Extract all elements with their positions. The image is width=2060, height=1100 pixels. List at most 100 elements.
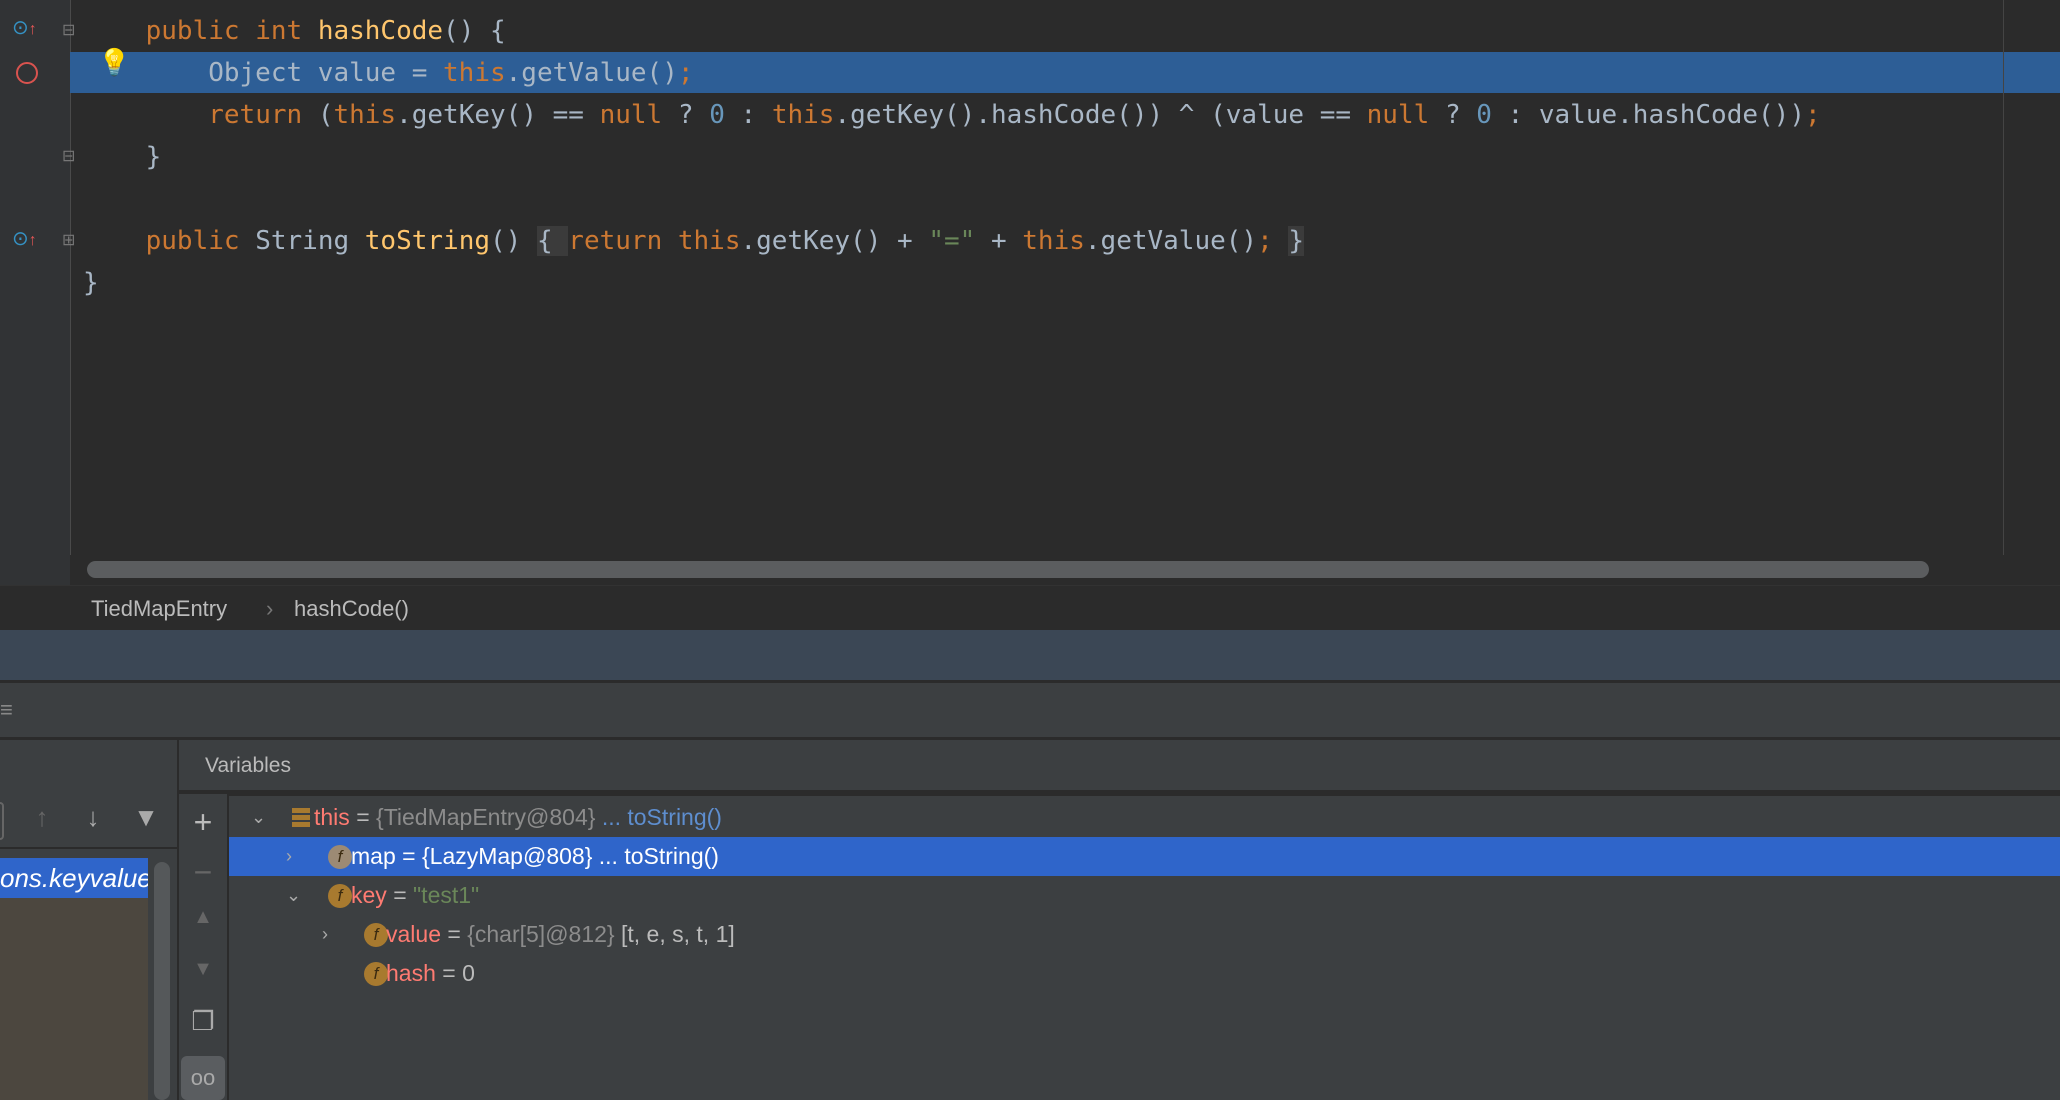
filter-icon[interactable]: ▼ [126, 802, 166, 833]
code-token: ; [677, 58, 694, 88]
code-token: ? [677, 100, 710, 130]
code-line[interactable]: public String toString() { return this.g… [83, 220, 1305, 262]
copy-icon[interactable]: ❐ [183, 1006, 223, 1037]
add-watch-icon[interactable]: + [183, 804, 223, 841]
variable-name: this [314, 804, 350, 830]
code-line[interactable]: Object value = this.getValue(); [83, 52, 694, 94]
field-icon: f [364, 962, 388, 986]
move-down-icon[interactable]: ▼ [183, 958, 223, 981]
variables-side-toolbar: + − ▲ ▼ ❐ oo [177, 794, 229, 1100]
equals-sign: = [442, 960, 456, 986]
code-token: public [145, 226, 256, 256]
code-token: 0 [1476, 100, 1508, 130]
chevron-down-icon[interactable]: ⌄ [251, 798, 266, 837]
code-token: .getKey() == [396, 100, 600, 130]
code-token: { [536, 226, 569, 256]
code-token: this [333, 100, 397, 130]
variable-value: {TiedMapEntry@804} [376, 804, 596, 830]
arrow-up-icon[interactable]: ↑ [22, 802, 62, 833]
code-token: this [443, 58, 506, 88]
code-token: toString [364, 226, 491, 256]
variable-name: hash [386, 960, 436, 986]
code-token: : [740, 100, 772, 130]
code-line[interactable]: } [83, 136, 162, 178]
equals-sign: = [356, 804, 370, 830]
code-line[interactable]: public int hashCode() { [83, 10, 506, 52]
code-token: this [771, 100, 835, 130]
breadcrumb-separator: › [266, 596, 274, 621]
breadcrumb-method[interactable]: hashCode() [294, 586, 409, 631]
chevron-down-icon[interactable]: ⌄ [286, 876, 301, 915]
thread-selector[interactable] [0, 802, 4, 840]
breakpoint-icon[interactable] [16, 62, 38, 84]
menu-icon[interactable]: ≡ [0, 697, 13, 723]
code-token: .getValue() [1084, 226, 1258, 256]
code-token: } [1288, 226, 1305, 256]
equals-sign: = [447, 921, 461, 947]
chevron-right-icon[interactable]: › [286, 837, 292, 876]
override-method-icon[interactable]: ⊙↑ [12, 18, 37, 40]
variable-name: map [351, 843, 396, 869]
field-icon: f [328, 845, 352, 869]
override-method-icon[interactable]: ⊙↑ [12, 229, 37, 251]
code-token: null [1366, 100, 1445, 130]
code-token: "=" [928, 226, 976, 256]
code-token: } [83, 268, 99, 298]
variable-value: {char[5]@812} [467, 921, 615, 947]
move-up-icon[interactable]: ▲ [183, 906, 223, 929]
variable-row[interactable]: › f map = {LazyMap@808} ... toString() [229, 837, 2060, 876]
variable-row[interactable]: f hash = 0 [229, 954, 2060, 993]
code-token: .getKey().hashCode()) ^ (value == [834, 100, 1367, 130]
variable-preview: [t, e, s, t, 1] [621, 921, 735, 947]
variable-name: value [386, 921, 441, 947]
fold-end-icon[interactable]: ⊟ [62, 147, 75, 167]
editor-gutter[interactable] [0, 0, 70, 585]
variables-tree: ⌄ this = {TiedMapEntry@804} ... toString(… [229, 796, 2060, 1100]
object-icon [292, 808, 310, 828]
code-token: 0 [709, 100, 741, 130]
code-token: null [599, 100, 678, 130]
code-token: Object value = [83, 58, 444, 88]
breadcrumb: TiedMapEntry › hashCode() [0, 585, 2060, 630]
code-token: ; [1804, 100, 1821, 130]
debug-tool-window-header [0, 630, 2060, 682]
code-line[interactable]: } [83, 262, 99, 304]
frames-scrollbar[interactable] [154, 862, 170, 1100]
field-icon: f [328, 884, 352, 908]
code-line[interactable]: return (this.getKey() == null ? 0 : this… [83, 94, 1821, 136]
code-token: ; [1257, 226, 1273, 256]
arrow-down-icon[interactable]: ↓ [73, 802, 113, 833]
right-margin-guide [2003, 0, 2004, 560]
horizontal-scrollbar[interactable] [87, 561, 1929, 578]
variable-row[interactable]: ⌄ f key = "test1" [229, 876, 2060, 915]
code-token: return this [568, 226, 741, 256]
code-token: + [975, 226, 1023, 256]
code-token: return [208, 100, 318, 130]
equals-sign: = [402, 843, 416, 869]
glasses-watch-icon[interactable]: oo [181, 1056, 225, 1100]
code-token: this [1022, 226, 1085, 256]
chevron-right-icon[interactable]: › [322, 915, 328, 954]
to-string-link[interactable]: ... toString() [602, 804, 722, 830]
breadcrumb-class[interactable]: TiedMapEntry [91, 586, 227, 631]
equals-sign: = [393, 882, 407, 908]
field-icon: f [364, 923, 388, 947]
code-token: () { [443, 16, 506, 46]
frame-list-area[interactable] [0, 898, 148, 1100]
variable-row[interactable]: › f value = {char[5]@812} [t, e, s, t, 1] [229, 915, 2060, 954]
variable-row[interactable]: ⌄ this = {TiedMapEntry@804} ... toString(… [229, 798, 2060, 837]
code-token: ? [1444, 100, 1477, 130]
fold-collapse-icon[interactable]: ⊟ [62, 21, 75, 41]
code-token: String [255, 226, 365, 256]
remove-watch-icon[interactable]: − [183, 854, 223, 891]
code-token: public int [145, 16, 318, 46]
code-token: .getValue() [505, 58, 678, 88]
fold-expand-icon[interactable]: ⊞ [62, 231, 75, 251]
frames-toolbar: ↑ ↓ ▼ [0, 792, 177, 849]
frame-item-selected[interactable]: ons.keyvalue [0, 858, 148, 898]
to-string-link[interactable]: ... toString() [599, 843, 719, 869]
